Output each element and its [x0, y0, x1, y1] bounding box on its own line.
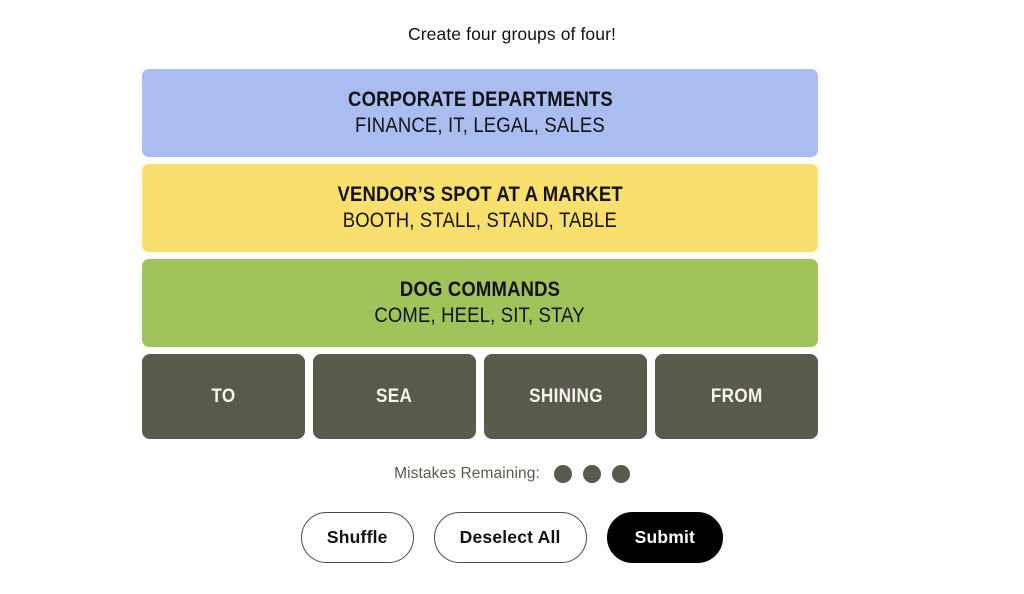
solved-group-category: CORPORATE DEPARTMENTS: [347, 88, 613, 111]
solved-group-members: FINANCE, IT, LEGAL, SALES: [355, 114, 605, 137]
page-title: Create four groups of four!: [408, 24, 616, 44]
shuffle-button-label: Shuffle: [326, 527, 388, 547]
mistakes-remaining-label: Mistakes Remaining:: [394, 465, 540, 482]
submit-button[interactable]: Submit: [606, 512, 724, 563]
mistake-dot: [582, 465, 601, 483]
mistake-dot: [553, 465, 572, 483]
word-tile[interactable]: SHINING: [484, 354, 647, 439]
word-tile[interactable]: FROM: [655, 354, 818, 439]
solved-group-row: DOG COMMANDS COME, HEEL, SIT, STAY: [142, 259, 818, 347]
deselect-all-button-label: Deselect All: [459, 527, 561, 547]
solved-group-row: VENDOR’S SPOT AT A MARKET BOOTH, STALL, …: [142, 164, 818, 252]
mistakes-remaining: Mistakes Remaining:: [0, 465, 1024, 483]
word-tile-label: SEA: [376, 385, 413, 407]
mistake-dot: [611, 465, 630, 483]
control-buttons: Shuffle Deselect All Submit: [0, 512, 1024, 563]
solved-group-members: BOOTH, STALL, STAND, TABLE: [342, 209, 618, 232]
word-tile[interactable]: TO: [142, 354, 305, 439]
tile-row: TO SEA SHINING FROM: [142, 354, 818, 439]
shuffle-button[interactable]: Shuffle: [300, 512, 414, 563]
deselect-all-button[interactable]: Deselect All: [433, 512, 587, 563]
word-tile[interactable]: SEA: [313, 354, 476, 439]
solved-group-members: COME, HEEL, SIT, STAY: [374, 304, 586, 327]
solved-group-category: VENDOR’S SPOT AT A MARKET: [337, 183, 623, 206]
puzzle-board: CORPORATE DEPARTMENTS FINANCE, IT, LEGAL…: [142, 69, 818, 439]
connections-game: Create four groups of four! CORPORATE DE…: [0, 0, 1024, 594]
solved-group-category: DOG COMMANDS: [399, 278, 561, 301]
word-tile-label: SHINING: [528, 385, 603, 407]
word-tile-label: FROM: [710, 385, 763, 407]
word-tile-label: TO: [211, 385, 236, 407]
solved-group-row: CORPORATE DEPARTMENTS FINANCE, IT, LEGAL…: [142, 69, 818, 157]
submit-button-label: Submit: [634, 527, 696, 547]
